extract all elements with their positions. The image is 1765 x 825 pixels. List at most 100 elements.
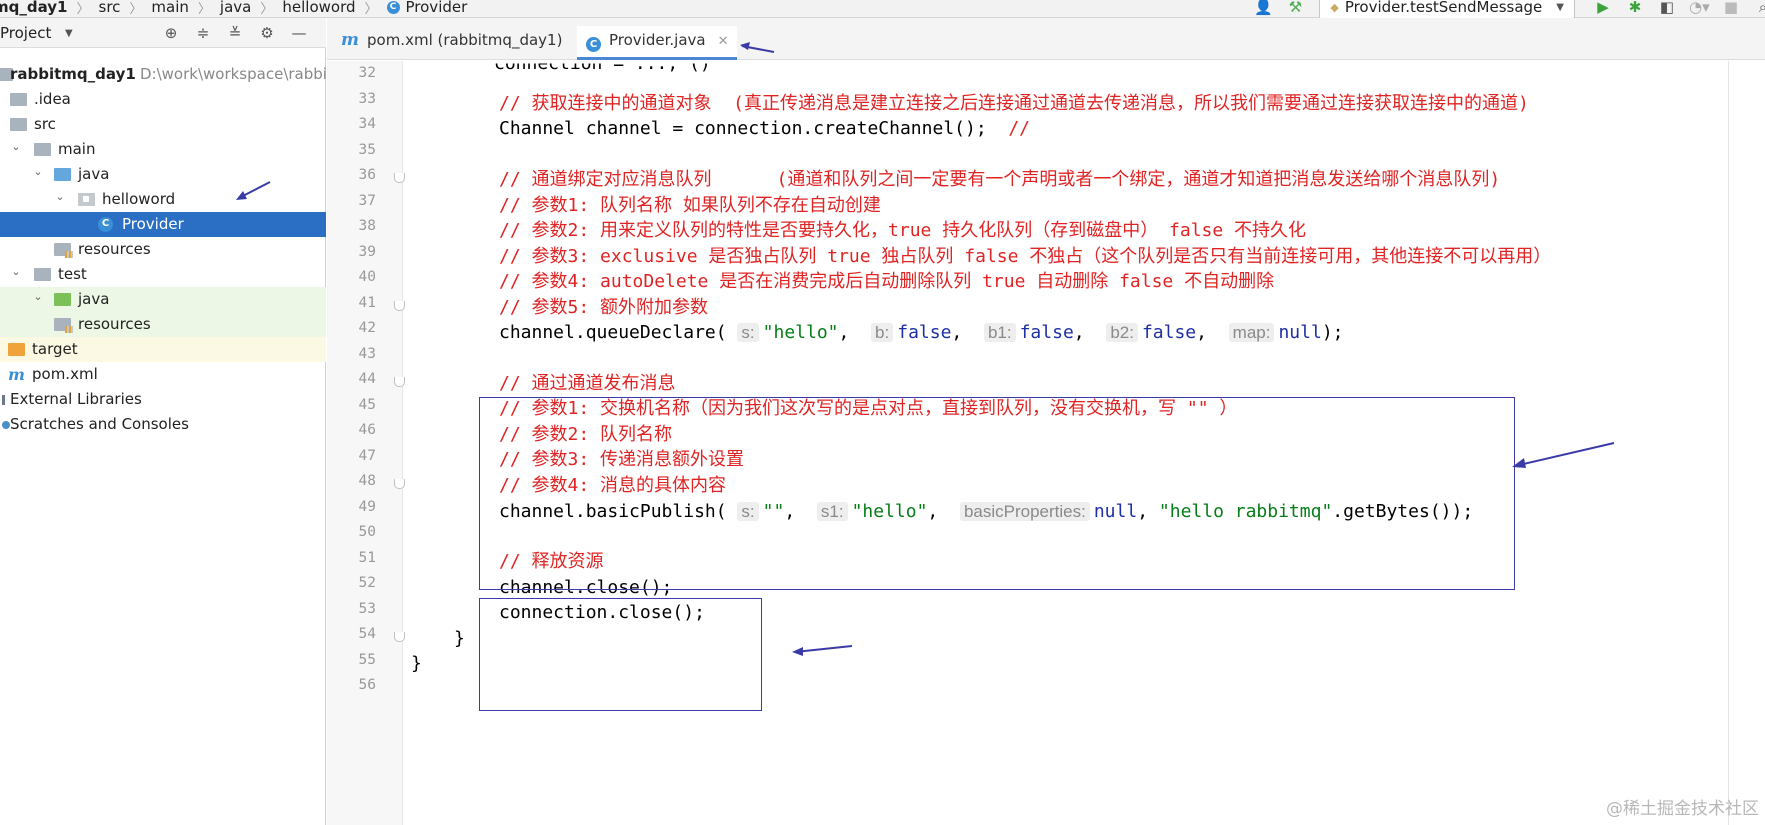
code-text: , [1196, 322, 1218, 343]
run-icon[interactable]: ▶ [1593, 0, 1613, 17]
code-text: } [411, 653, 422, 674]
tab-label: pom.xml (rabbitmq_day1) [367, 31, 563, 49]
project-panel-header: Project ▼ ⊕ ≑ ≚ ⚙ — [0, 18, 326, 48]
annotation-arrow-tab [740, 42, 775, 53]
tree-item-target[interactable]: target [0, 337, 326, 362]
code-line-55: } [411, 649, 422, 678]
user-icon[interactable]: 👤▾ [1253, 0, 1273, 36]
breadcrumb-item-package[interactable]: helloword [282, 0, 355, 16]
expand-all-icon[interactable]: ≑ [192, 22, 214, 44]
line-number: 50 [358, 524, 376, 540]
tree-item-label: pom.xml [32, 365, 98, 383]
run-configuration-select[interactable]: ◆ Provider.testSendMessage ▼ [1319, 0, 1575, 19]
tab-provider-java[interactable]: C Provider.java ✕ [577, 26, 738, 60]
tree-item-src[interactable]: src [0, 112, 326, 137]
hide-panel-icon[interactable]: — [288, 22, 310, 44]
line-number: 44 [358, 371, 376, 387]
tree-item-main[interactable]: ⌄ main [0, 137, 326, 162]
line-number: 45 [358, 396, 376, 413]
excluded-folder-icon [8, 343, 25, 356]
parameter-hint: s: [737, 323, 759, 342]
right-margin-guide [1728, 61, 1729, 825]
line-number: 52 [358, 575, 376, 591]
package-icon [78, 193, 95, 206]
tree-item-label: main [58, 140, 96, 158]
line-number: 42 [358, 320, 376, 336]
keyword: false [1141, 322, 1197, 343]
tree-item-provider[interactable]: C Provider [0, 212, 326, 237]
debug-icon[interactable]: ✱ [1625, 0, 1645, 17]
collapse-all-icon[interactable]: ≚ [224, 22, 246, 44]
source-folder-icon [54, 168, 71, 181]
tab-pom-xml[interactable]: m pom.xml (rabbitmq_day1) [341, 26, 562, 60]
code-text: ); [1321, 322, 1344, 343]
search-everywhere-icon[interactable]: ⌕ [1753, 0, 1765, 17]
tree-item-label: helloword [102, 190, 176, 208]
breadcrumb-item-src[interactable]: src [99, 0, 121, 16]
line-number: 41 [358, 294, 376, 311]
parameter-hint: b1: [983, 323, 1016, 342]
parameter-hint: map: [1228, 323, 1275, 342]
line-number: 32 [358, 65, 376, 81]
expand-arrow-icon[interactable]: ⌄ [32, 159, 44, 184]
code-text: } [454, 628, 465, 649]
code-text: , [951, 322, 974, 343]
code-line-34: Channel channel = connection.createChann… [499, 114, 1030, 143]
expand-arrow-icon[interactable]: ⌄ [10, 134, 22, 159]
chevron-down-icon[interactable]: ▼ [65, 28, 73, 39]
tree-item-pom-xml[interactable]: m pom.xml [0, 362, 326, 387]
breadcrumb-item-java[interactable]: java [220, 0, 251, 16]
expand-arrow-icon[interactable]: ⌄ [32, 284, 44, 309]
tree-item-test[interactable]: ⌄ test [0, 262, 326, 287]
run-config-label: Provider.testSendMessage [1344, 0, 1543, 16]
tree-item-label: External Libraries [10, 390, 142, 408]
line-number: 33 [358, 90, 376, 107]
tree-item-resources[interactable]: resources [0, 237, 326, 262]
annotation-box-publish [479, 397, 1515, 590]
locate-file-icon[interactable]: ⊕ [160, 22, 182, 44]
chevron-right-icon: 〉 [76, 1, 90, 17]
tree-item-java[interactable]: ⌄ java [0, 162, 326, 187]
tree-item-scratches-and-consoles[interactable]: Scratches and Consoles [0, 412, 326, 437]
gear-icon[interactable]: ⚙ [256, 22, 278, 44]
line-number: 40 [358, 269, 376, 285]
test-folder-icon [54, 293, 71, 306]
editor-gutter: 32 33 34 35 36 37 38 39 40 41 42 43 44 45 46 47 48 49 50 51… [327, 61, 405, 825]
comment: // 通道绑定对应消息队列 (通道和队列之间一定要有一个声明或者一个绑定，通道才… [499, 169, 1501, 190]
chevron-right-icon: 〉 [364, 1, 378, 17]
keyword: false [897, 322, 952, 343]
folder-icon [10, 118, 27, 131]
build-hammer-icon[interactable]: ⚒ [1285, 0, 1305, 17]
close-icon[interactable]: ✕ [718, 34, 729, 49]
tree-item-label: java [78, 165, 110, 183]
annotation-box-close [479, 598, 762, 711]
tree-item-java[interactable]: ⌄ java [0, 287, 326, 312]
maven-file-icon: m [8, 365, 25, 384]
line-number: 47 [358, 447, 376, 464]
code-text: channel.queueDeclare( [499, 322, 727, 343]
project-view-selector[interactable]: Project [0, 24, 51, 42]
expand-arrow-icon[interactable]: ⌄ [54, 184, 66, 209]
tree-item-rabbitmq-day1[interactable]: ⌄rabbitmq_day1D:\work\workspace\rabbitm [0, 62, 347, 87]
line-number: 48 [358, 473, 376, 489]
comment: // 参数1: 队列名称 如果队列不存在自动创建 [499, 195, 881, 216]
expand-arrow-icon[interactable]: ⌄ [10, 259, 22, 284]
tree-item-helloword[interactable]: ⌄ helloword [0, 187, 326, 212]
breadcrumb-item-main[interactable]: main [151, 0, 188, 16]
coverage-icon[interactable]: ◧ [1657, 0, 1677, 17]
line-number: 43 [358, 345, 376, 362]
resources-folder-icon [54, 318, 73, 333]
tree-item-idea[interactable]: .idea [0, 87, 326, 112]
stop-icon[interactable]: ■ [1721, 0, 1741, 17]
profile-icon[interactable]: ◔▾ [1689, 0, 1710, 17]
tree-item-external-libraries[interactable]: External Libraries [0, 387, 326, 412]
module-path-hint: D:\work\workspace\rabbitm [140, 65, 348, 83]
tree-item-resources[interactable]: resources [0, 312, 326, 337]
breadcrumb-item-class[interactable]: Provider [406, 0, 468, 16]
project-panel-tools: ⊕ ≑ ≚ ⚙ — [160, 22, 320, 44]
watermark: @稀土掘金技术社区 [1606, 799, 1759, 819]
tree-item-label: src [34, 115, 56, 133]
line-number: 51 [358, 549, 376, 566]
breadcrumb-item-project[interactable]: mq_day1 [0, 0, 67, 16]
line-number: 39 [358, 243, 376, 260]
